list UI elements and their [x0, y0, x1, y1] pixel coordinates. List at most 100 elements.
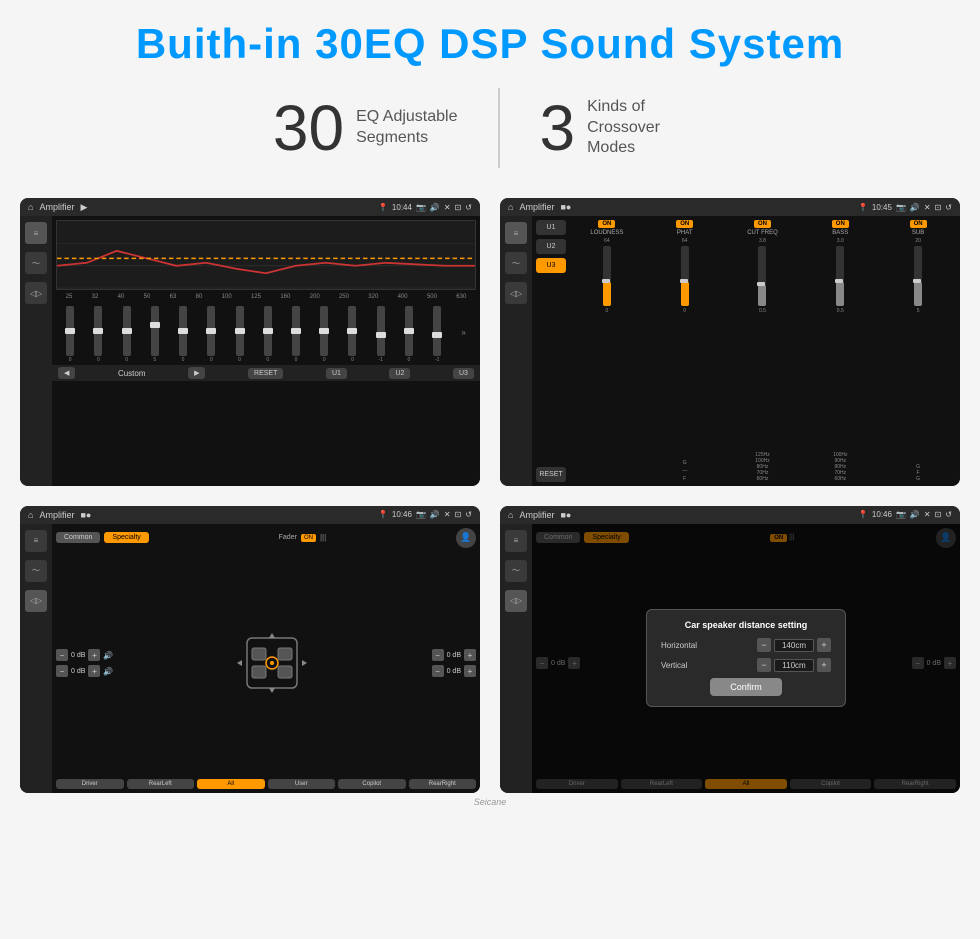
screen3-main: Common Specialty Fader ON ||| 👤: [52, 524, 480, 794]
user-btn[interactable]: User: [268, 779, 336, 789]
eq-icon2[interactable]: ≡: [505, 222, 527, 244]
vol-minus-4[interactable]: −: [432, 665, 444, 677]
play-icon[interactable]: ▶: [80, 202, 87, 213]
wave-icon[interactable]: 〜: [25, 252, 47, 274]
screen1-sidebar: ≡ 〜 ◁▷: [20, 216, 52, 486]
driver-btn[interactable]: Driver: [56, 779, 124, 789]
fader-row: Fader ON |||: [279, 533, 327, 542]
u2-preset[interactable]: U2: [536, 239, 566, 254]
eq-curve-svg: [57, 221, 475, 290]
vol-minus-1[interactable]: −: [56, 649, 68, 661]
screen2-app-name: Amplifier: [519, 202, 554, 212]
u1-button[interactable]: U1: [326, 368, 347, 379]
horizontal-minus[interactable]: −: [757, 638, 771, 652]
wave-icon2[interactable]: 〜: [505, 252, 527, 274]
screen2-sidebar: ≡ 〜 ◁▷: [500, 216, 532, 486]
back-icon[interactable]: ↺: [465, 203, 472, 212]
u1-preset[interactable]: U1: [536, 220, 566, 235]
u3-button[interactable]: U3: [453, 368, 474, 379]
home-icon[interactable]: ⌂: [28, 202, 33, 212]
stat2-number: 3: [540, 96, 576, 160]
fader-on-badge[interactable]: ON: [301, 534, 316, 542]
close-icon[interactable]: ✕: [444, 203, 451, 212]
stat-divider: [498, 88, 500, 168]
reset-preset[interactable]: RESET: [536, 467, 566, 482]
speaker-distance-dialog: Car speaker distance setting Horizontal …: [646, 609, 846, 707]
common-btn[interactable]: Common: [56, 532, 100, 543]
screen3-status-bar: ⌂ Amplifier ■● 📍 10:46 📷🔊✕⊡↺: [20, 506, 480, 524]
screen4-app-name: Amplifier: [519, 510, 554, 520]
screen3-content: ≡ 〜 ◁▷ Common Specialty Fader ON |||: [20, 524, 480, 794]
vol-plus-1[interactable]: +: [88, 649, 100, 661]
vol-icon[interactable]: ◁▷: [25, 282, 47, 304]
vol-col-left: − 0 dB + 🔊 − 0 dB + 🔊: [56, 649, 113, 677]
reset-button[interactable]: RESET: [248, 368, 283, 379]
screen4-status-bar: ⌂ Amplifier ■● 📍 10:46 📷🔊✕⊡↺: [500, 506, 960, 524]
stat1-number: 30: [273, 96, 344, 160]
vol-plus-4[interactable]: +: [464, 665, 476, 677]
u3-preset[interactable]: U3: [536, 258, 566, 273]
home-icon2[interactable]: ⌂: [508, 202, 513, 212]
eq-sliders: 0 0 0 5 0: [52, 300, 480, 365]
stats-row: 30 EQ AdjustableSegments 3 Kinds ofCross…: [20, 88, 960, 168]
horizontal-value: 140cm: [774, 639, 814, 652]
vol-minus-3[interactable]: −: [432, 649, 444, 661]
vol-minus-2[interactable]: −: [56, 665, 68, 677]
slider-10: 0: [320, 306, 328, 363]
vol-icon3[interactable]: ◁▷: [25, 590, 47, 612]
eq-icon3[interactable]: ≡: [25, 530, 47, 552]
car-diagram: [117, 628, 427, 698]
slider-12: -1: [377, 306, 385, 363]
home-icon3[interactable]: ⌂: [28, 510, 33, 520]
all-btn[interactable]: All: [197, 779, 265, 789]
prev-button[interactable]: ◀: [58, 367, 75, 379]
vertical-plus[interactable]: +: [817, 658, 831, 672]
avatar-icon: 👤: [456, 528, 476, 548]
vol-plus-3[interactable]: +: [464, 649, 476, 661]
screen3-time: 10:46: [392, 510, 412, 519]
custom-label: Custom: [118, 369, 146, 378]
slider-4: 5: [151, 306, 159, 363]
vertical-row: Vertical − 110cm +: [661, 658, 831, 672]
slider-3: 0: [123, 306, 131, 363]
loudness-col: ON LOUDNESS 64 0: [569, 220, 645, 482]
vol-val-4: 0 dB: [447, 668, 461, 675]
vol-col-right: − 0 dB + − 0 dB +: [432, 649, 476, 677]
bass-col: ON BASS 3.0 0.5 100Hz90Hz80Hz70Hz60Hz: [802, 220, 878, 482]
presets-col: U1 U2 U3 RESET: [536, 220, 566, 482]
stat2: 3 Kinds ofCrossover Modes: [540, 96, 708, 160]
page-title: Buith-in 30EQ DSP Sound System: [136, 20, 844, 68]
screen2-content: ≡ 〜 ◁▷ U1 U2 U3 RESET ON LOUDNESS: [500, 216, 960, 486]
cutfreq-col: ON CUT FREQ 3.8 0.5 125Hz100Hz80Hz70Hz60…: [725, 220, 801, 482]
vol-plus-2[interactable]: +: [88, 665, 100, 677]
horizontal-row: Horizontal − 140cm +: [661, 638, 831, 652]
home-icon4[interactable]: ⌂: [508, 510, 513, 520]
screens-grid: ⌂ Amplifier ▶ 📍 10:44 📷 🔊 ✕ ⊡ ↺ ≡ 〜 ◁▷: [20, 198, 960, 793]
rearright-btn[interactable]: RearRight: [409, 779, 477, 789]
screen4: ⌂ Amplifier ■● 📍 10:46 📷🔊✕⊡↺ ≡ 〜 ◁▷: [500, 506, 960, 794]
fader-label: Fader: [279, 534, 297, 541]
dialog-confirm-area: Confirm: [661, 678, 831, 696]
wave-icon4[interactable]: 〜: [505, 560, 527, 582]
stat1: 30 EQ AdjustableSegments: [273, 96, 458, 160]
screen2: ⌂ Amplifier ■● 📍 10:45 📷🔊✕⊡↺ ≡ 〜 ◁▷ U1 U…: [500, 198, 960, 486]
vertical-minus[interactable]: −: [757, 658, 771, 672]
slider-14: -1: [433, 306, 441, 363]
next-button[interactable]: ▶: [188, 367, 205, 379]
specialty-btn[interactable]: Specialty: [104, 532, 148, 543]
vol-row-3: − 0 dB +: [432, 649, 476, 661]
confirm-button[interactable]: Confirm: [710, 678, 782, 696]
copilot-btn[interactable]: Copilot: [338, 779, 406, 789]
slider-6: 0: [207, 306, 215, 363]
u2-button[interactable]: U2: [389, 368, 410, 379]
top-buttons: Common Specialty: [56, 532, 149, 543]
horizontal-plus[interactable]: +: [817, 638, 831, 652]
slider-8: 0: [264, 306, 272, 363]
vol-icon4[interactable]: ◁▷: [505, 590, 527, 612]
eq-icon4[interactable]: ≡: [505, 530, 527, 552]
eq-icon[interactable]: ≡: [25, 222, 47, 244]
wave-icon3[interactable]: 〜: [25, 560, 47, 582]
screen2-main: U1 U2 U3 RESET ON LOUDNESS 64: [532, 216, 960, 486]
vol-icon2[interactable]: ◁▷: [505, 282, 527, 304]
rearleft-btn[interactable]: RearLeft: [127, 779, 195, 789]
